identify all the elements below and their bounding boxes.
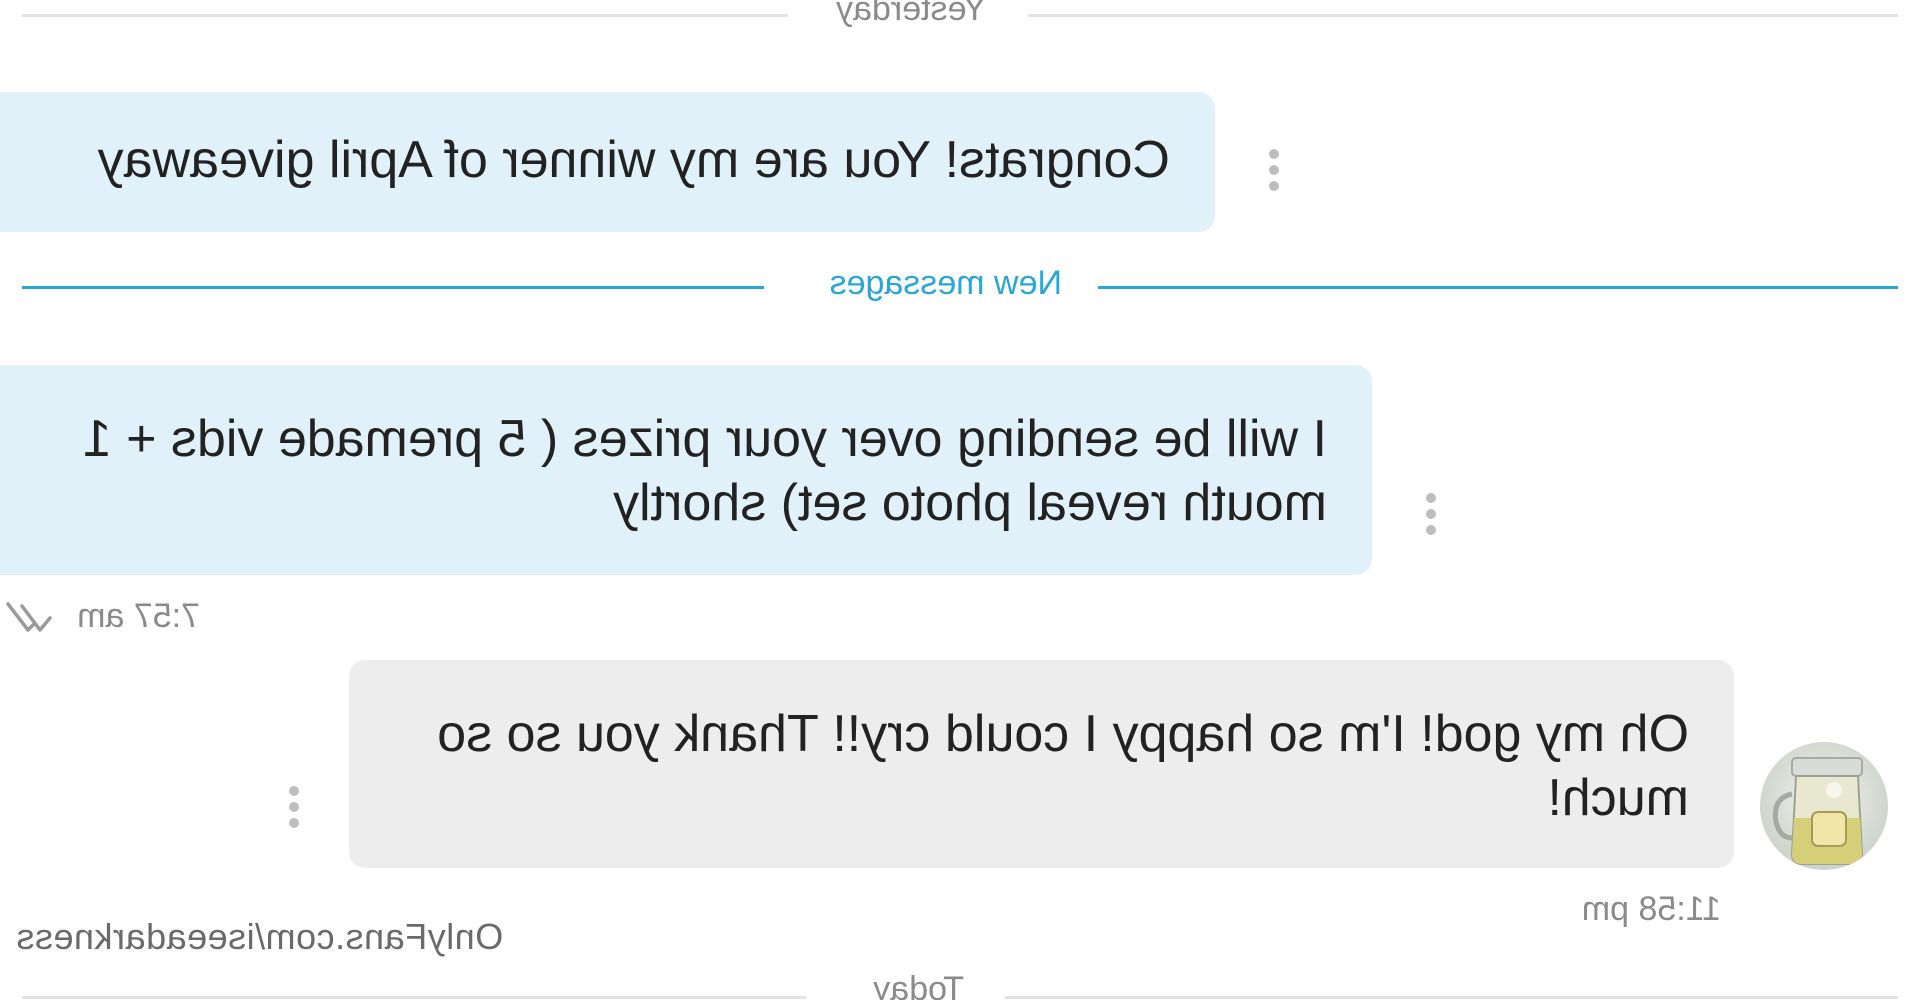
avatar[interactable] [1760, 742, 1888, 870]
message-bubble-incoming[interactable]: I will be sending over your prizes ( 5 p… [0, 365, 1372, 575]
message-text: I will be sending over your prizes ( 5 p… [82, 410, 1327, 532]
chat-thread: Yesterday Congrats! You are my winner of… [0, 0, 1920, 1000]
watermark-label: OnlyFans.com/iseeadarkness [16, 916, 504, 957]
new-messages-label: New messages [829, 264, 1062, 302]
divider-line [22, 286, 764, 289]
message-bubble-incoming[interactable]: Congrats! You are my winner of April giv… [0, 92, 1215, 232]
message-bubble-outgoing[interactable]: Oh my god! I'm so happy I could cry!! Th… [349, 660, 1734, 868]
message-text: Oh my god! I'm so happy I could cry!! Th… [437, 705, 1689, 827]
message-timestamp: 7:57 am [77, 597, 200, 635]
date-divider-label: Today [873, 970, 964, 1000]
watermark-text: OnlyFans.com/iseeadarkness [16, 916, 503, 958]
chat-viewport: Yesterday Congrats! You are my winner of… [0, 0, 1920, 1000]
more-vert-icon[interactable] [1268, 149, 1280, 193]
divider-line [1005, 996, 1898, 999]
date-divider-label: Yesterday [836, 0, 986, 28]
more-vert-icon[interactable] [1425, 493, 1437, 537]
divider-line [1028, 14, 1898, 17]
double-check-icon [6, 602, 52, 632]
divider-line [22, 14, 788, 17]
more-vert-icon[interactable] [288, 786, 300, 830]
message-text: Congrats! You are my winner of April giv… [97, 131, 1170, 189]
message-timestamp: 11:58 pm [1581, 890, 1721, 928]
divider-line [1098, 286, 1898, 289]
divider-line [22, 996, 806, 999]
